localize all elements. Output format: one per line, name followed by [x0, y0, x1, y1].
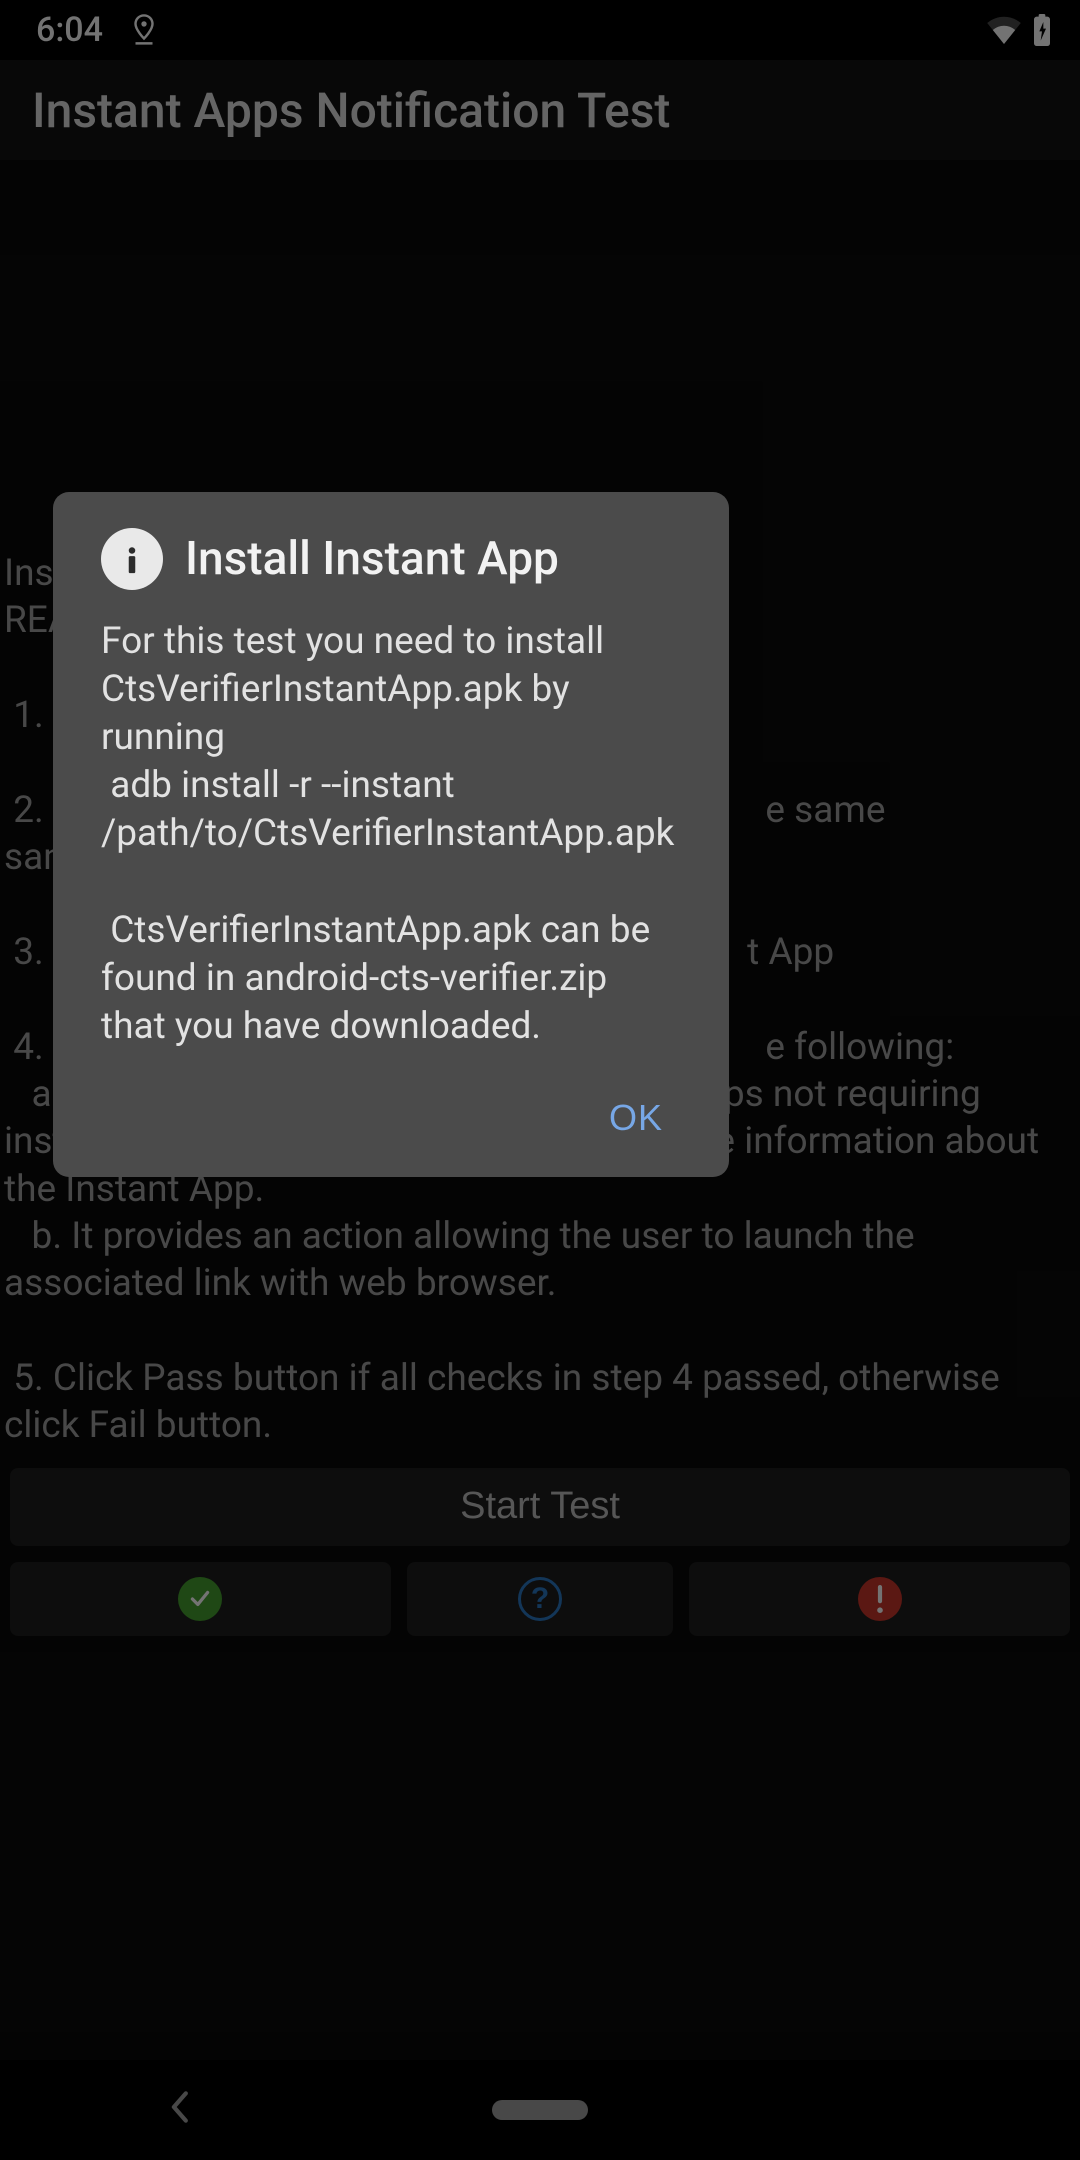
ok-button[interactable]: OK — [591, 1087, 681, 1149]
dialog-title: Install Instant App — [185, 532, 559, 586]
dialog-actions: OK — [101, 1087, 681, 1149]
info-icon — [101, 528, 163, 590]
dialog-header: Install Instant App — [101, 528, 681, 590]
install-instant-app-dialog: Install Instant App For this test you ne… — [53, 492, 729, 1177]
dialog-body: For this test you need to install CtsVer… — [101, 618, 681, 1051]
